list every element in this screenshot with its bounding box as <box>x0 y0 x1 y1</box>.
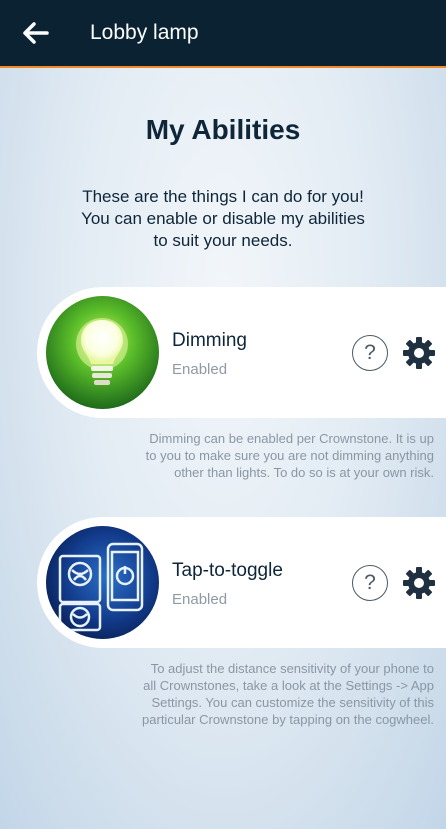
description-line: all Crownstones, take a look at the Sett… <box>143 678 434 693</box>
ability-description: To adjust the distance sensitivity of yo… <box>74 660 434 728</box>
ability-description: Dimming can be enabled per Crownstone. I… <box>74 430 434 481</box>
intro-text: These are the things I can do for you! Y… <box>40 186 406 252</box>
description-line: Settings. You can customize the sensitiv… <box>151 695 434 710</box>
description-line: other than lights. To do so is at your o… <box>174 465 434 480</box>
lightbulb-icon <box>46 296 159 409</box>
phone-tap-icon <box>46 526 159 639</box>
intro-line: to suit your needs. <box>153 231 293 250</box>
ability-status: Enabled <box>172 361 228 378</box>
screen-title: Lobby lamp <box>90 21 199 44</box>
page-heading: My Abilities <box>145 114 301 145</box>
back-button[interactable] <box>0 0 70 67</box>
ability-title: Tap-to-toggle <box>172 560 283 581</box>
dimming-image <box>46 296 159 409</box>
gear-icon <box>403 337 435 369</box>
description-line: To adjust the distance sensitivity of yo… <box>150 661 434 676</box>
settings-button[interactable] <box>401 565 437 601</box>
arrow-left-icon <box>23 22 49 44</box>
gear-icon <box>403 567 435 599</box>
ability-title: Dimming <box>172 330 247 351</box>
settings-button[interactable] <box>401 335 437 371</box>
ability-card-dimming[interactable]: Dimming Enabled ? <box>37 287 446 418</box>
tap-to-toggle-image <box>46 526 159 639</box>
intro-line: These are the things I can do for you! <box>82 187 364 206</box>
intro-line: You can enable or disable my abilities <box>81 209 365 228</box>
help-button[interactable]: ? <box>352 335 388 371</box>
description-line: particular Crownstone by tapping on the … <box>142 712 434 727</box>
description-line: to you to make sure you are not dimming … <box>145 448 434 463</box>
description-line: Dimming can be enabled per Crownstone. I… <box>149 431 434 446</box>
ability-status: Enabled <box>172 591 228 608</box>
help-button[interactable]: ? <box>352 565 388 601</box>
ability-card-tap-to-toggle[interactable]: Tap-to-toggle Enabled ? <box>37 517 446 648</box>
top-bar: Lobby lamp <box>0 0 446 68</box>
